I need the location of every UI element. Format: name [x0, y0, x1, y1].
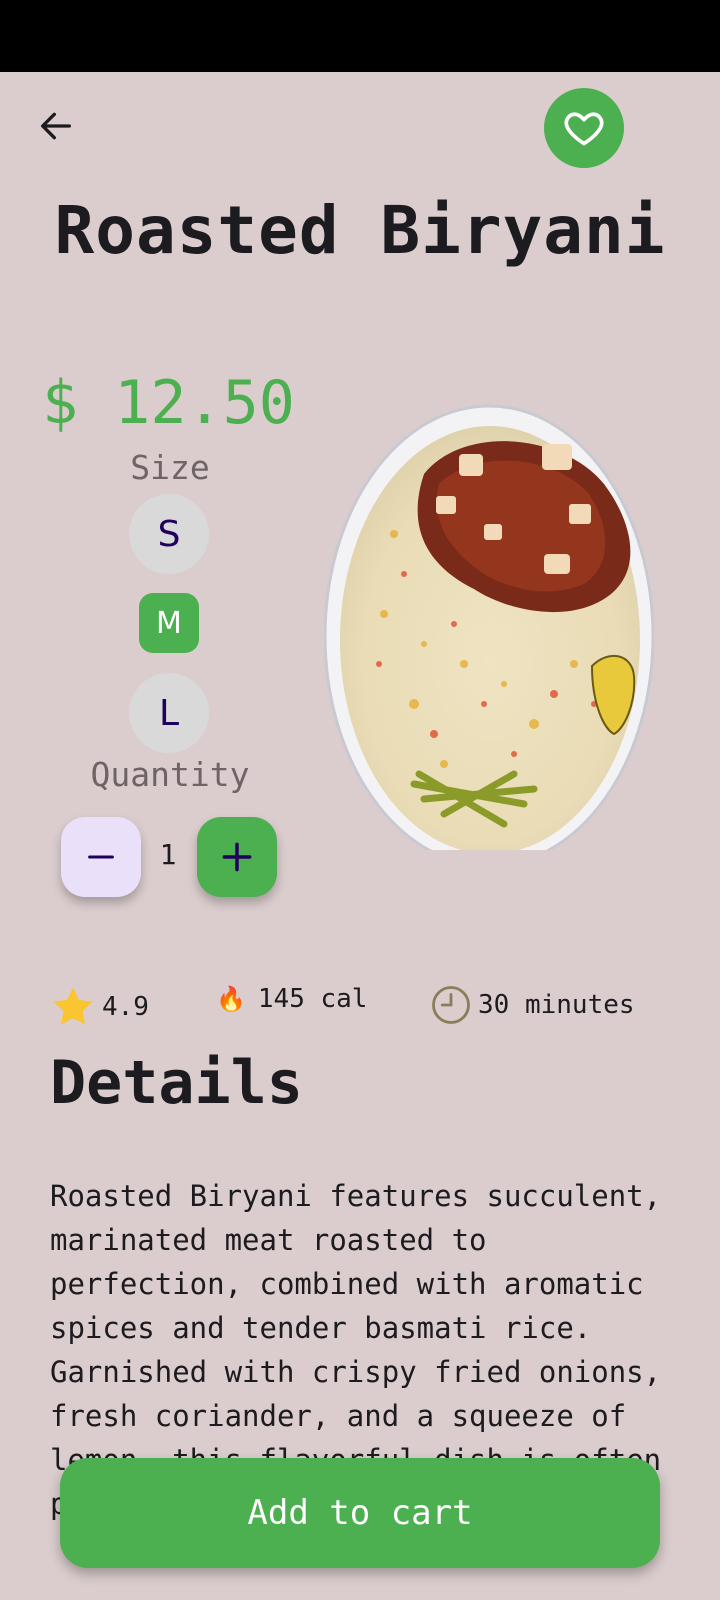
status-bar [0, 0, 720, 72]
calories-value: 145 cal [257, 984, 368, 1014]
details-heading: Details [50, 1048, 303, 1118]
fire-icon: 🔥 [216, 985, 246, 1013]
arrow-left-icon [41, 112, 72, 140]
heart-outline-icon [564, 112, 604, 146]
star-icon [50, 984, 96, 1030]
time-value: 30 minutes [478, 990, 635, 1020]
size-label: Size [130, 448, 210, 487]
size-option-m[interactable]: M [139, 593, 199, 653]
size-option-l[interactable]: L [129, 673, 209, 753]
quantity-increase-button[interactable] [197, 817, 277, 897]
calories-stat: 🔥 145 cal [216, 984, 367, 1014]
favorite-button[interactable] [544, 88, 624, 168]
rating-value: 4.9 [102, 992, 149, 1022]
product-price: $ 12.50 [42, 368, 295, 438]
add-to-cart-button[interactable]: Add to cart [60, 1458, 660, 1568]
rating-stat: 4.9 [50, 984, 149, 1030]
product-title: Roasted Biryani [54, 192, 666, 269]
plus-icon [222, 842, 252, 872]
back-button[interactable] [30, 100, 82, 152]
quantity-decrease-button[interactable] [61, 817, 141, 897]
minus-icon [88, 855, 114, 859]
time-stat: 30 minutes [430, 984, 635, 1026]
biryani-image [324, 404, 654, 850]
quantity-label: Quantity [90, 755, 250, 794]
size-option-s[interactable]: S [129, 494, 209, 574]
clock-icon [430, 984, 472, 1026]
quantity-value: 1 [159, 838, 177, 871]
